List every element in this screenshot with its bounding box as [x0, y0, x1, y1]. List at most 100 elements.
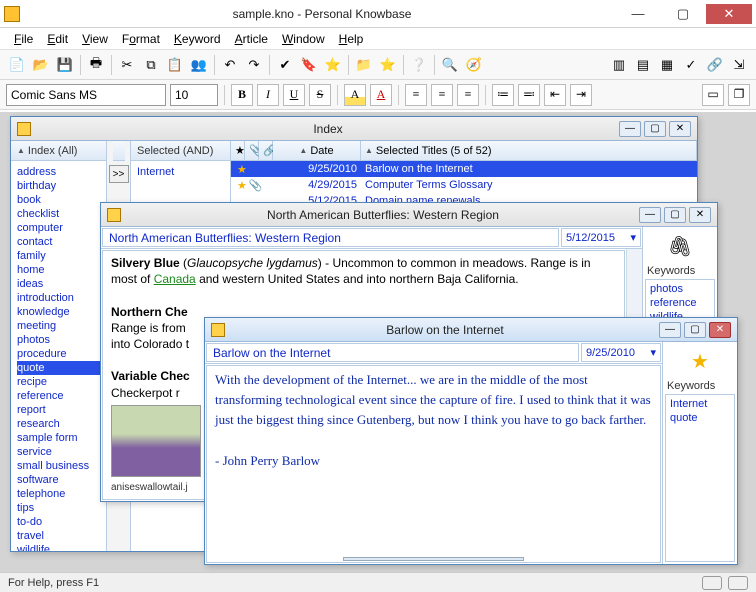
dropdown-icon[interactable]: ▾: [630, 231, 636, 244]
col-titles[interactable]: Selected Titles (5 of 52): [361, 141, 697, 161]
title-row[interactable]: ★9/25/2010Barlow on the Internet: [231, 161, 697, 177]
index-item[interactable]: home: [17, 263, 100, 277]
index-item[interactable]: contact: [17, 235, 100, 249]
index-item[interactable]: report: [17, 403, 100, 417]
indent-button[interactable]: ⇥: [570, 84, 592, 106]
index-item[interactable]: to-do: [17, 515, 100, 529]
folder-icon[interactable]: 📁: [353, 54, 375, 76]
star-icon[interactable]: ★: [685, 348, 715, 374]
redo-icon[interactable]: ↷: [243, 54, 265, 76]
article1-min-button[interactable]: —: [639, 207, 661, 223]
index-item[interactable]: procedure: [17, 347, 100, 361]
numbers-button[interactable]: ≕: [518, 84, 540, 106]
align-left-button[interactable]: ≡: [405, 84, 427, 106]
index-item[interactable]: software: [17, 473, 100, 487]
underline-button[interactable]: U: [283, 84, 305, 106]
index-max-button[interactable]: ▢: [644, 121, 666, 137]
index-all-list[interactable]: addressbirthdaybookchecklistcomputercont…: [13, 163, 104, 551]
article1-max-button[interactable]: ▢: [664, 207, 686, 223]
index-item[interactable]: service: [17, 445, 100, 459]
menu-article[interactable]: Article: [229, 30, 274, 48]
search-icon[interactable]: 🔍: [439, 54, 461, 76]
index-item[interactable]: sample form: [17, 431, 100, 445]
article2-max-button[interactable]: ▢: [684, 322, 706, 338]
index-min-button[interactable]: —: [619, 121, 641, 137]
align-right-button[interactable]: ≡: [457, 84, 479, 106]
col-date[interactable]: Date: [273, 141, 361, 161]
index-all-header[interactable]: Index (All): [11, 141, 106, 161]
index-item[interactable]: wildlife: [17, 543, 100, 551]
panel1-icon[interactable]: ▥: [608, 54, 630, 76]
index-item[interactable]: introduction: [17, 291, 100, 305]
minimize-button[interactable]: —: [616, 4, 660, 24]
article1-date[interactable]: 5/12/2015▾: [561, 228, 641, 247]
find-icon[interactable]: 👥: [188, 54, 210, 76]
canada-link[interactable]: Canada: [154, 272, 196, 286]
index-selected-list[interactable]: Internet: [133, 163, 228, 181]
index-item[interactable]: ideas: [17, 277, 100, 291]
col-clip[interactable]: 📎: [245, 141, 259, 161]
window-icon[interactable]: ▭: [702, 84, 724, 106]
selected-item[interactable]: Internet: [137, 165, 224, 179]
index-item[interactable]: address: [17, 165, 100, 179]
close-button[interactable]: ✕: [706, 4, 752, 24]
index-item[interactable]: research: [17, 417, 100, 431]
menu-keyword[interactable]: Keyword: [168, 30, 227, 48]
article2-close-button[interactable]: ✕: [709, 322, 731, 338]
index-item[interactable]: small business: [17, 459, 100, 473]
copy-icon[interactable]: ⧉: [140, 54, 162, 76]
index-item[interactable]: knowledge: [17, 305, 100, 319]
save-icon[interactable]: 💾: [54, 54, 76, 76]
menu-file[interactable]: File: [8, 30, 39, 48]
article2-date[interactable]: 9/25/2010▾: [581, 343, 661, 362]
article2-min-button[interactable]: —: [659, 322, 681, 338]
paste-icon[interactable]: 📋: [164, 54, 186, 76]
bold-button[interactable]: B: [231, 84, 253, 106]
spell-icon[interactable]: ✓: [680, 54, 702, 76]
index-item[interactable]: family: [17, 249, 100, 263]
index-item[interactable]: quote: [17, 361, 100, 375]
article2-content[interactable]: With the development of the Internet... …: [206, 365, 661, 563]
index-item[interactable]: recipe: [17, 375, 100, 389]
index-selected-header[interactable]: Selected (AND): [131, 141, 230, 161]
dropdown-icon[interactable]: ▾: [650, 346, 656, 359]
check-icon[interactable]: ✔: [274, 54, 296, 76]
cut-icon[interactable]: ✂: [116, 54, 138, 76]
resize-grip[interactable]: [343, 557, 524, 561]
menu-format[interactable]: Format: [116, 30, 166, 48]
color-button[interactable]: A: [370, 84, 392, 106]
star-icon[interactable]: ⭐: [322, 54, 344, 76]
align-center-button[interactable]: ≡: [431, 84, 453, 106]
col-link[interactable]: 🔗: [259, 141, 273, 161]
article2-keywords[interactable]: Internetquote: [665, 394, 735, 562]
panel2-icon[interactable]: ▤: [632, 54, 654, 76]
title-row[interactable]: ★📎4/29/2015Computer Terms Glossary: [231, 177, 697, 193]
index-item[interactable]: tips: [17, 501, 100, 515]
export-icon[interactable]: ⇲: [728, 54, 750, 76]
index-item[interactable]: photos: [17, 333, 100, 347]
index-item[interactable]: birthday: [17, 179, 100, 193]
index-item[interactable]: telephone: [17, 487, 100, 501]
tag-icon[interactable]: 🔖: [298, 54, 320, 76]
article1-title-input[interactable]: [102, 228, 559, 247]
panel3-icon[interactable]: ▦: [656, 54, 678, 76]
link-icon[interactable]: 🔗: [704, 54, 726, 76]
attachment-icon[interactable]: 🖇: [665, 233, 695, 259]
index-item[interactable]: meeting: [17, 319, 100, 333]
index-item[interactable]: reference: [17, 389, 100, 403]
maximize-button[interactable]: ▢: [661, 4, 705, 24]
filter-icon[interactable]: 🧭: [463, 54, 485, 76]
menu-edit[interactable]: Edit: [41, 30, 74, 48]
cascade-icon[interactable]: ❐: [728, 84, 750, 106]
bullets-button[interactable]: ≔: [492, 84, 514, 106]
index-close-button[interactable]: ✕: [669, 121, 691, 137]
print-icon[interactable]: 🖶: [85, 54, 107, 76]
menu-help[interactable]: Help: [333, 30, 370, 48]
help-icon[interactable]: ❔: [408, 54, 430, 76]
outdent-button[interactable]: ⇤: [544, 84, 566, 106]
size-select[interactable]: [170, 84, 218, 106]
strike-button[interactable]: S: [309, 84, 331, 106]
index-item[interactable]: travel: [17, 529, 100, 543]
open-icon[interactable]: 📂: [30, 54, 52, 76]
article1-close-button[interactable]: ✕: [689, 207, 711, 223]
